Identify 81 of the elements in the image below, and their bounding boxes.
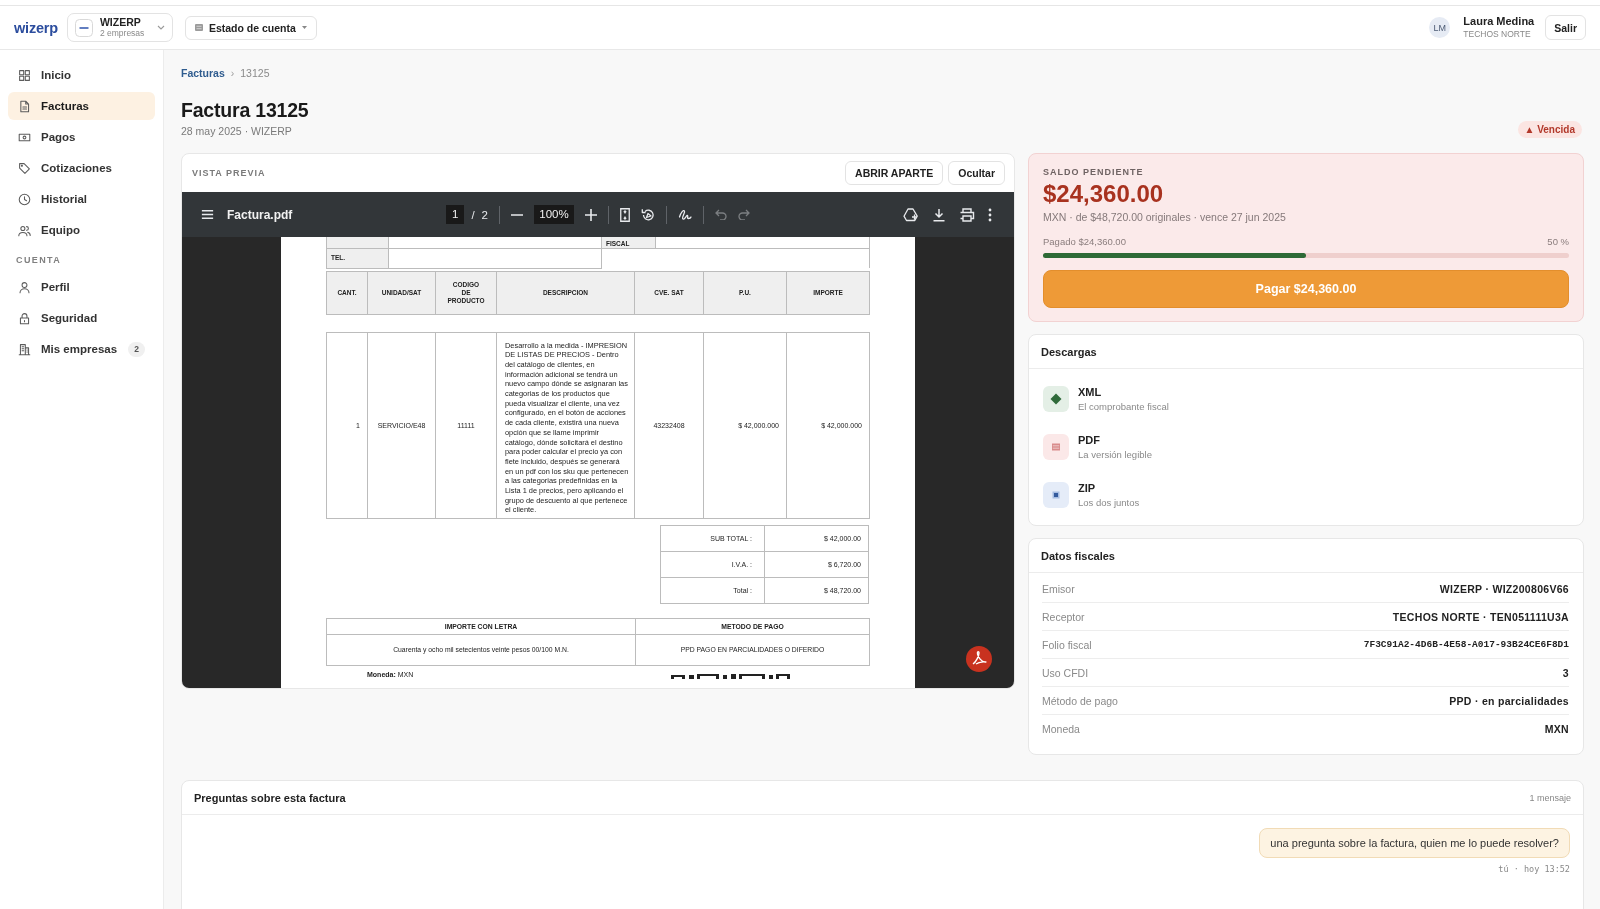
breadcrumb-link[interactable]: Facturas xyxy=(181,65,225,82)
sidebar-item[interactable]: Facturas xyxy=(8,92,155,120)
balance-label: SALDO PENDIENTE xyxy=(1043,166,1145,178)
field-value: PPD · en parcialidades xyxy=(1449,694,1569,707)
sidebar-item[interactable]: Equipo xyxy=(8,216,155,244)
field-label: Método de pago xyxy=(1042,694,1118,707)
sidebar-item[interactable]: Pagos xyxy=(8,123,155,151)
field-value: WIZERP · WIZ200806V66 xyxy=(1439,582,1569,595)
field-value: MXN xyxy=(1544,723,1569,735)
card-title: VISTA PREVIA xyxy=(192,168,266,178)
user-name: Laura Medina xyxy=(1463,14,1535,28)
draw-icon[interactable] xyxy=(678,207,692,222)
page-subtitle: 28 may 2025 · WIZERP xyxy=(181,124,293,139)
paid-percent: 50 % xyxy=(1547,235,1569,248)
balance-amount: $24,360.00 xyxy=(1043,180,1165,208)
company-logo-icon xyxy=(74,18,93,37)
caret-down-icon xyxy=(301,26,307,29)
message-count: 1 mensaje xyxy=(1529,792,1571,803)
card-title: Preguntas sobre esta factura xyxy=(194,791,346,804)
message-bubble: una pregunta sobre la factura, quien me lo puede resolver? xyxy=(1259,828,1570,858)
download-icon[interactable] xyxy=(932,207,946,222)
person-icon xyxy=(18,280,31,294)
page-count: 2 xyxy=(481,208,488,221)
message-meta: tú · hoy 13:52 xyxy=(1498,863,1570,876)
clock-icon xyxy=(18,192,31,206)
pdf-badge-icon xyxy=(966,646,992,672)
view-menu-button[interactable]: Estado de cuenta xyxy=(184,15,317,40)
sidebar-item[interactable]: Cotizaciones xyxy=(8,154,155,182)
field-value: 3 xyxy=(1562,666,1569,679)
plus-icon[interactable] xyxy=(585,208,597,221)
page-title: Factura 13125 xyxy=(181,98,309,123)
fit-page-icon[interactable] xyxy=(620,207,630,222)
user-company: TECHOS NORTE xyxy=(1463,27,1532,41)
section-label: CUENTA xyxy=(16,254,63,266)
document-icon xyxy=(18,99,31,113)
download-item[interactable]: ZIP Los dos juntos xyxy=(1043,471,1569,519)
status-badge: ▲ Vencida xyxy=(1517,121,1582,138)
action-button[interactable]: Ocultar xyxy=(948,161,1005,185)
card-title: Descargas xyxy=(1041,345,1097,358)
rotate-icon[interactable] xyxy=(641,207,655,222)
field-label: Folio fiscal xyxy=(1042,638,1092,651)
hexagon-plus-icon[interactable] xyxy=(903,207,919,222)
field-label: Emisor xyxy=(1042,582,1075,595)
lock-icon xyxy=(18,311,31,325)
field-label: Receptor xyxy=(1042,610,1085,623)
page-separator: / xyxy=(471,208,475,221)
minus-icon[interactable] xyxy=(511,213,523,216)
breadcrumb-current: 13125 xyxy=(240,66,270,81)
field-label: Moneda xyxy=(1042,723,1080,735)
logout-button[interactable]: Salir xyxy=(1545,15,1586,40)
balance-detail: MXN · de $48,720.00 originales · vence 27 jun 2025 xyxy=(1043,210,1287,224)
sidebar-item[interactable]: Seguridad xyxy=(8,304,155,332)
more-icon[interactable] xyxy=(988,207,992,222)
building-icon xyxy=(18,342,31,356)
paid-amount: Pagado $24,360.00 xyxy=(1043,235,1126,248)
logo[interactable]: wizerp xyxy=(14,19,58,36)
sidebar-item[interactable]: Perfil xyxy=(8,273,155,301)
avatar: LM xyxy=(1429,17,1451,38)
breadcrumb-separator: › xyxy=(230,66,235,81)
sidebar-item[interactable]: Inicio xyxy=(8,61,155,89)
chevron-down-icon xyxy=(156,25,165,30)
field-value: 7F3C91A2-4D6B-4E58-A017-93B24CE6F8D1 xyxy=(1363,639,1569,650)
file-name: Factura.pdf xyxy=(227,207,293,222)
sidebar-item[interactable]: Mis empresas 2 xyxy=(8,335,155,363)
count-badge: 2 xyxy=(128,341,145,357)
download-item[interactable]: XML El comprobante fiscal xyxy=(1043,375,1569,423)
people-icon xyxy=(18,223,31,237)
field-value: TECHOS NORTE · TEN051111U3A xyxy=(1392,610,1569,623)
download-item[interactable]: PDF La versión legible xyxy=(1043,423,1569,471)
list-icon xyxy=(194,24,203,31)
page-number-field[interactable]: 1 xyxy=(446,205,465,224)
zoom-field[interactable]: 100% xyxy=(534,205,574,224)
action-button[interactable]: ABRIR APARTE xyxy=(845,161,944,185)
print-icon[interactable] xyxy=(959,207,975,222)
menu-icon[interactable] xyxy=(200,207,215,222)
sidebar-item[interactable]: Historial xyxy=(8,185,155,213)
card-title: Datos fiscales xyxy=(1041,549,1115,562)
field-label: Uso CFDI xyxy=(1042,666,1089,679)
grid-icon xyxy=(18,68,31,82)
tag-icon xyxy=(18,161,31,175)
company-selector[interactable]: WIZERP 2 empresas xyxy=(66,13,173,42)
